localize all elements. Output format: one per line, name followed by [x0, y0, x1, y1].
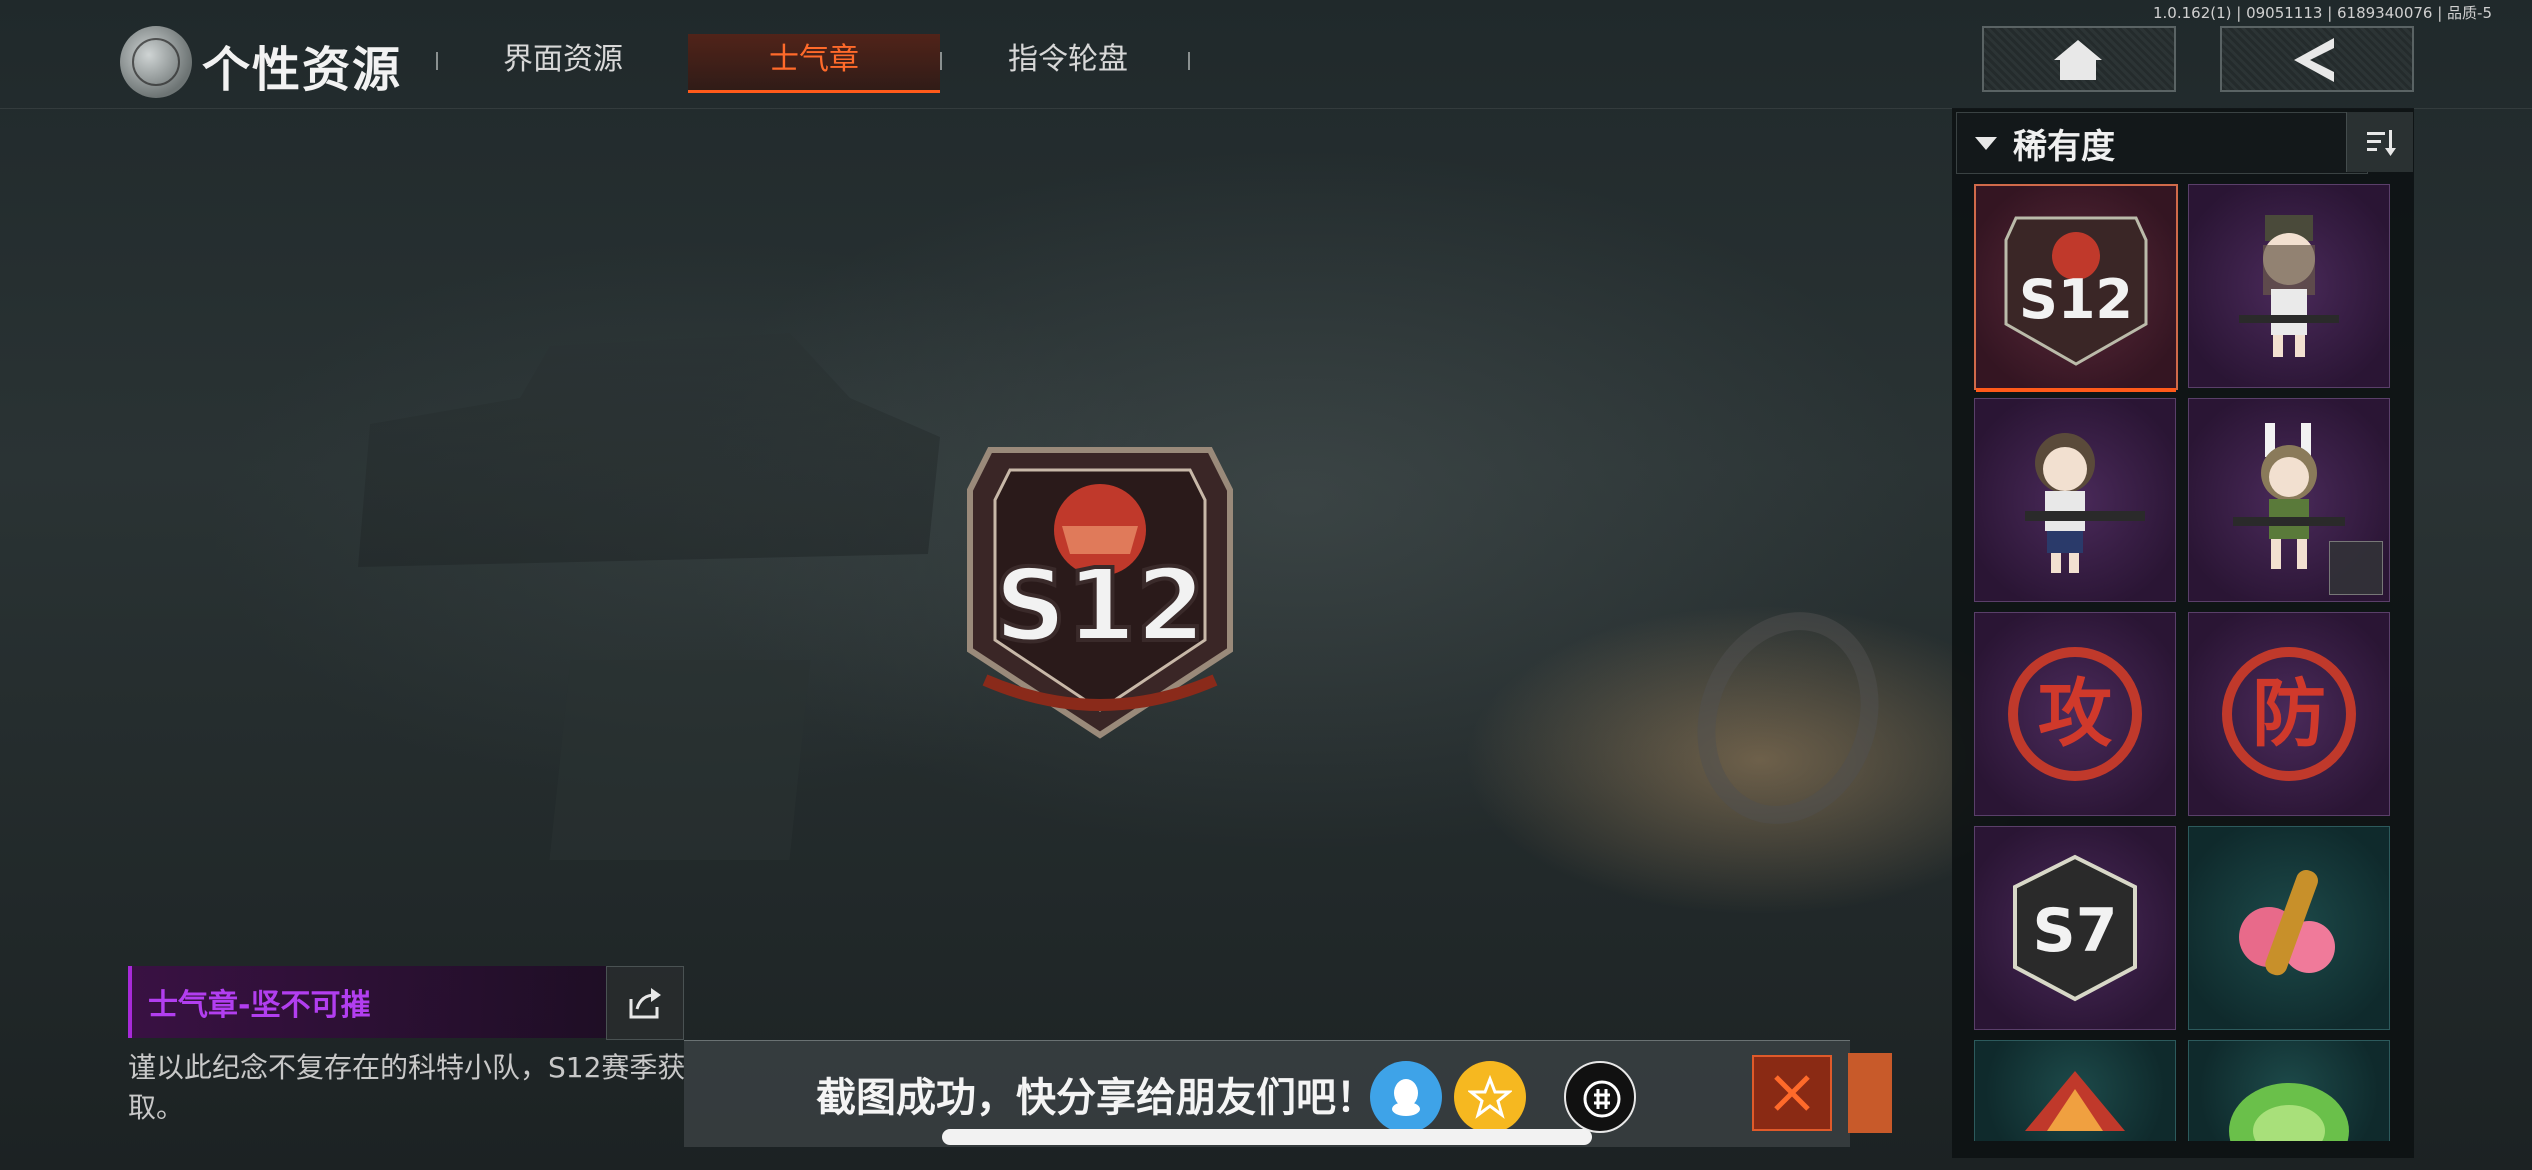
s12-badge-icon: S12 [2004, 216, 2148, 366]
share-qzone-button[interactable] [1454, 1061, 1526, 1133]
attack-glyph-icon: 攻 [2008, 647, 2142, 781]
badge-item-s12[interactable]: S12 [1974, 184, 2178, 392]
chibi-soldier-icon [2239, 215, 2339, 357]
badge-name: 士气章-坚不可摧 [148, 988, 371, 1023]
badge-description: 谨以此纪念不复存在的科特小队，S12赛季获取。 [128, 1051, 686, 1124]
toast-message: 截图成功，快分享给朋友们吧！ [816, 1075, 1376, 1121]
red-creature-icon [2025, 1071, 2125, 1131]
svg-text:S7: S7 [2033, 896, 2118, 966]
share-button[interactable] [606, 966, 684, 1040]
green-food-icon [2229, 1083, 2349, 1141]
badge-item-chibi-bunny[interactable] [2188, 398, 2390, 602]
svg-text:攻: 攻 [2038, 671, 2113, 757]
page-title: 个性资源 [202, 42, 403, 98]
rarity-filter[interactable]: 稀有度 [1956, 112, 2368, 174]
s12-badge-preview: S12 [967, 447, 1233, 739]
tab-divider [940, 52, 942, 70]
rarity-filter-label: 稀有度 [2013, 127, 2115, 167]
version-info: 1.0.162(1) | 09051113 | 6189340076 | 品质-… [2152, 4, 2492, 22]
qq-icon [1392, 1079, 1420, 1116]
home-indicator[interactable] [942, 1129, 1592, 1145]
share-other-button[interactable] [1564, 1061, 1636, 1133]
toast-side-tab [1848, 1053, 1892, 1133]
locked-jacket-icon [2329, 541, 2383, 595]
background-crate [549, 660, 811, 860]
top-bar: 1.0.162(1) | 09051113 | 6189340076 | 品质-… [0, 0, 2532, 109]
svg-text:S12: S12 [2019, 268, 2133, 331]
badge-item-attack[interactable]: 攻 [1974, 612, 2176, 816]
badge-item-red-creature[interactable] [1974, 1040, 2176, 1141]
sort-button[interactable] [2346, 112, 2413, 172]
back-chevron-icon [2294, 38, 2334, 82]
share-other-icon [1583, 1080, 1621, 1118]
globe-logo-icon [120, 26, 192, 98]
badge-item-chibi-soldier[interactable] [2188, 184, 2390, 388]
badge-name-box: 士气章-坚不可摧 [128, 966, 610, 1038]
tab-command-wheel[interactable]: 指令轮盘 [968, 34, 1168, 90]
tab-divider [436, 52, 438, 70]
close-icon [1774, 1075, 1810, 1111]
chibi-girl-icon [2025, 433, 2145, 573]
badge-item-green-food[interactable] [2188, 1040, 2390, 1141]
share-icon [629, 988, 661, 1019]
dropdown-arrow-icon [1975, 137, 1997, 150]
badge-item-s7[interactable]: S7 [1974, 826, 2176, 1030]
home-button[interactable] [1982, 26, 2176, 92]
badge-text: S12 [994, 547, 1205, 664]
home-icon [2054, 40, 2102, 80]
bullet-flower-icon [2239, 870, 2335, 976]
badge-item-defend[interactable]: 防 [2188, 612, 2390, 816]
badge-list-panel: 稀有度 S12 攻 防 S7 [1952, 108, 2414, 1158]
defend-glyph-icon: 防 [2222, 647, 2356, 781]
qzone-icon [1468, 1075, 1512, 1119]
badge-item-chibi-girl[interactable] [1974, 398, 2176, 602]
tab-interface-resources[interactable]: 界面资源 [468, 34, 658, 90]
share-qq-button[interactable] [1370, 1061, 1442, 1133]
svg-text:防: 防 [2252, 671, 2326, 757]
s7-badge-icon: S7 [2013, 854, 2137, 1002]
badge-item-bullet-flower[interactable] [2188, 826, 2390, 1030]
sort-icon [2367, 130, 2396, 156]
toast-close-button[interactable] [1752, 1055, 1832, 1131]
back-button[interactable] [2220, 26, 2414, 92]
tab-morale-badge[interactable]: 士气章 [688, 34, 940, 93]
tab-divider [1188, 52, 1190, 70]
